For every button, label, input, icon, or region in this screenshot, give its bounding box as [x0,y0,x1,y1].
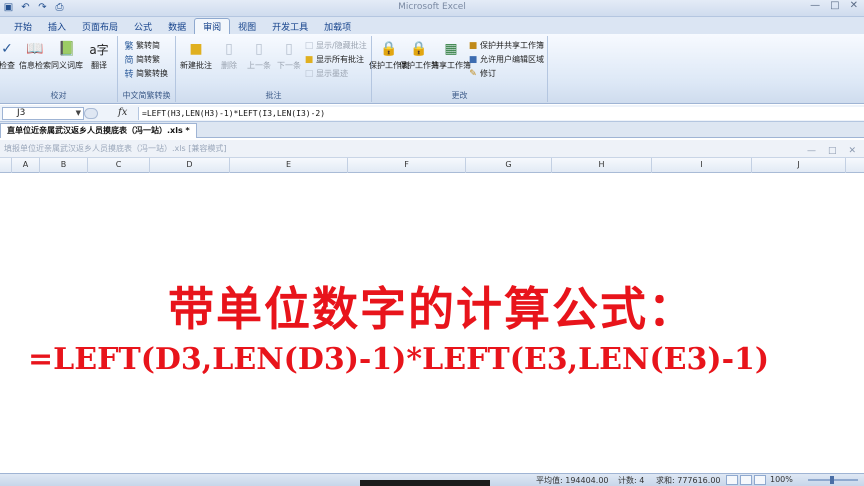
column-header[interactable]: B [40,158,88,173]
zoom-level[interactable]: 100% [770,475,793,484]
research-button[interactable]: 📖 信息检索 [18,39,52,71]
formula-bar-toggle[interactable] [84,108,98,119]
column-header[interactable]: D [150,158,230,173]
column-header[interactable]: F [348,158,466,173]
tab-home[interactable]: 开始 [6,18,40,34]
thesaurus-button[interactable]: 📗 同义词库 [50,39,84,71]
show-hide-comment-icon: □ [304,40,314,51]
tab-formulas[interactable]: 公式 [126,18,160,34]
trad-to-simp-icon: 繁 [124,42,134,52]
conversion-icon: 转 [124,70,134,80]
view-buttons [726,475,766,485]
taskbar-strip [360,480,490,486]
formula-input[interactable]: =LEFT(H3,LEN(H3)-1)*LEFT(I3,LEN(I3)-2) [138,107,864,120]
new-comment-icon: ■ [189,41,203,57]
group-proofing: ✓ 检查 📖 信息检索 📗 同义词库 a字 翻译 校对 [0,36,118,102]
conversion-button[interactable]: 转 简繁转换 [124,68,168,80]
select-all-corner[interactable] [0,158,12,173]
protect-sheet-icon: 🔒 [380,41,398,57]
tab-developer[interactable]: 开发工具 [264,18,316,34]
normal-view-icon[interactable] [726,475,738,485]
group-changes: 🔒 保护工作表 🔒 保护工作簿 ▦ 共享工作簿 ■ 保护并共享工作簿 ■ 允许用… [369,36,548,102]
window-controls: — □ ✕ [810,0,858,11]
caption-title: 带单位数字的计算公式： [168,282,696,336]
column-header[interactable]: J [752,158,846,173]
show-hide-comment-button[interactable]: □ 显示/隐藏批注 [304,40,367,51]
tab-insert[interactable]: 插入 [40,18,74,34]
previous-comment-icon: ▯ [255,41,263,57]
column-header[interactable]: G [466,158,552,173]
research-icon: 📖 [26,41,44,57]
show-ink-button[interactable]: □ 显示墨迹 [304,68,348,79]
minimize-icon[interactable]: — [810,0,820,11]
share-workbook-button[interactable]: ▦ 共享工作簿 [431,39,471,71]
insert-function-icon[interactable]: fx [118,107,127,118]
show-all-comments-icon: ■ [304,54,314,65]
delete-comment-button[interactable]: ▯ 删除 [212,39,246,71]
column-header[interactable]: A [12,158,40,173]
status-average: 平均值: 194404.00 [536,476,609,485]
column-header[interactable]: C [88,158,150,173]
close-icon[interactable]: ✕ [850,0,858,11]
workbook-tab-strip: 直单位近亲属武汉返乡人员摸底表（冯一站）.xls * [0,122,864,138]
tab-data[interactable]: 数据 [160,18,194,34]
title-bar: ▣ ↶ ↷ ⎙ Microsoft Excel — □ ✕ [0,0,864,17]
new-comment-button[interactable]: ■ 新建批注 [179,39,213,71]
zoom-slider-thumb[interactable] [830,476,834,484]
column-headers: A B C D E F G H I J [0,158,864,173]
protect-share-icon: ■ [468,40,478,51]
page-break-view-icon[interactable] [754,475,766,485]
workbook-tab[interactable]: 直单位近亲属武汉返乡人员摸底表（冯一站）.xls * [0,123,197,138]
translate-button[interactable]: a字 翻译 [82,39,116,71]
name-box[interactable]: J3 ▼ [2,107,84,120]
workbook-window-title: 填报单位近亲属武汉返乡人员摸底表（冯一站）.xls [兼容模式] — □ ✕ [0,140,864,158]
trad-to-simp-button[interactable]: 繁 繁转简 [124,40,160,52]
protect-share-button[interactable]: ■ 保护并共享工作簿 [468,40,544,51]
protect-workbook-icon: 🔒 [410,41,428,57]
thesaurus-icon: 📗 [58,41,76,57]
window-title: Microsoft Excel [398,2,466,12]
column-header[interactable]: E [230,158,348,173]
tab-addins[interactable]: 加载项 [316,18,359,34]
show-all-comments-button[interactable]: ■ 显示所有批注 [304,54,364,65]
chevron-down-icon[interactable]: ▼ [76,108,81,119]
worksheet-area[interactable]: 带单位数字的计算公式： =LEFT(D3,LEN(D3)-1)*LEFT(E3,… [0,173,864,473]
next-comment-button[interactable]: ▯ 下一条 [272,39,306,71]
ribbon: ✓ 检查 📖 信息检索 📗 同义词库 a字 翻译 校对 繁 繁转简 简 简转繁 … [0,34,864,104]
tab-page-layout[interactable]: 页面布局 [74,18,126,34]
group-comments: ■ 新建批注 ▯ 删除 ▯ 上一条 ▯ 下一条 □ 显示/隐藏批注 ■ 显示所有… [176,36,372,102]
tab-view[interactable]: 视图 [230,18,264,34]
spell-check-icon: ✓ [1,41,13,57]
status-count: 计数: 4 [618,476,645,485]
column-header[interactable]: I [652,158,752,173]
status-sum: 求和: 777616.00 [656,476,721,485]
simp-to-trad-icon: 简 [124,56,134,66]
next-comment-icon: ▯ [285,41,293,57]
formula-bar: J3 ▼ fx =LEFT(H3,LEN(H3)-1)*LEFT(I3,LEN(… [0,105,864,122]
track-changes-button[interactable]: ✎ 修订 [468,68,496,79]
simp-to-trad-button[interactable]: 简 简转繁 [124,54,160,66]
ribbon-tabs: 开始 插入 页面布局 公式 数据 审阅 视图 开发工具 加载项 [0,17,864,34]
caption-formula: =LEFT(D3,LEN(D3)-1)*LEFT(E3,LEN(E3)-1) [28,342,770,377]
allow-edit-ranges-icon: ■ [468,54,478,65]
show-ink-icon: □ [304,68,314,79]
previous-comment-button[interactable]: ▯ 上一条 [242,39,276,71]
tab-review[interactable]: 审阅 [194,18,231,34]
column-header[interactable]: H [552,158,652,173]
allow-edit-ranges-button[interactable]: ■ 允许用户编辑区域 [468,54,544,65]
delete-comment-icon: ▯ [225,41,233,57]
translate-icon: a字 [89,42,109,57]
page-layout-view-icon[interactable] [740,475,752,485]
track-changes-icon: ✎ [469,68,477,79]
share-workbook-icon: ▦ [444,41,458,57]
maximize-icon[interactable]: □ [830,0,839,11]
group-chinese-conversion: 繁 繁转简 简 简转繁 转 简繁转换 中文简繁转换 [118,36,176,102]
